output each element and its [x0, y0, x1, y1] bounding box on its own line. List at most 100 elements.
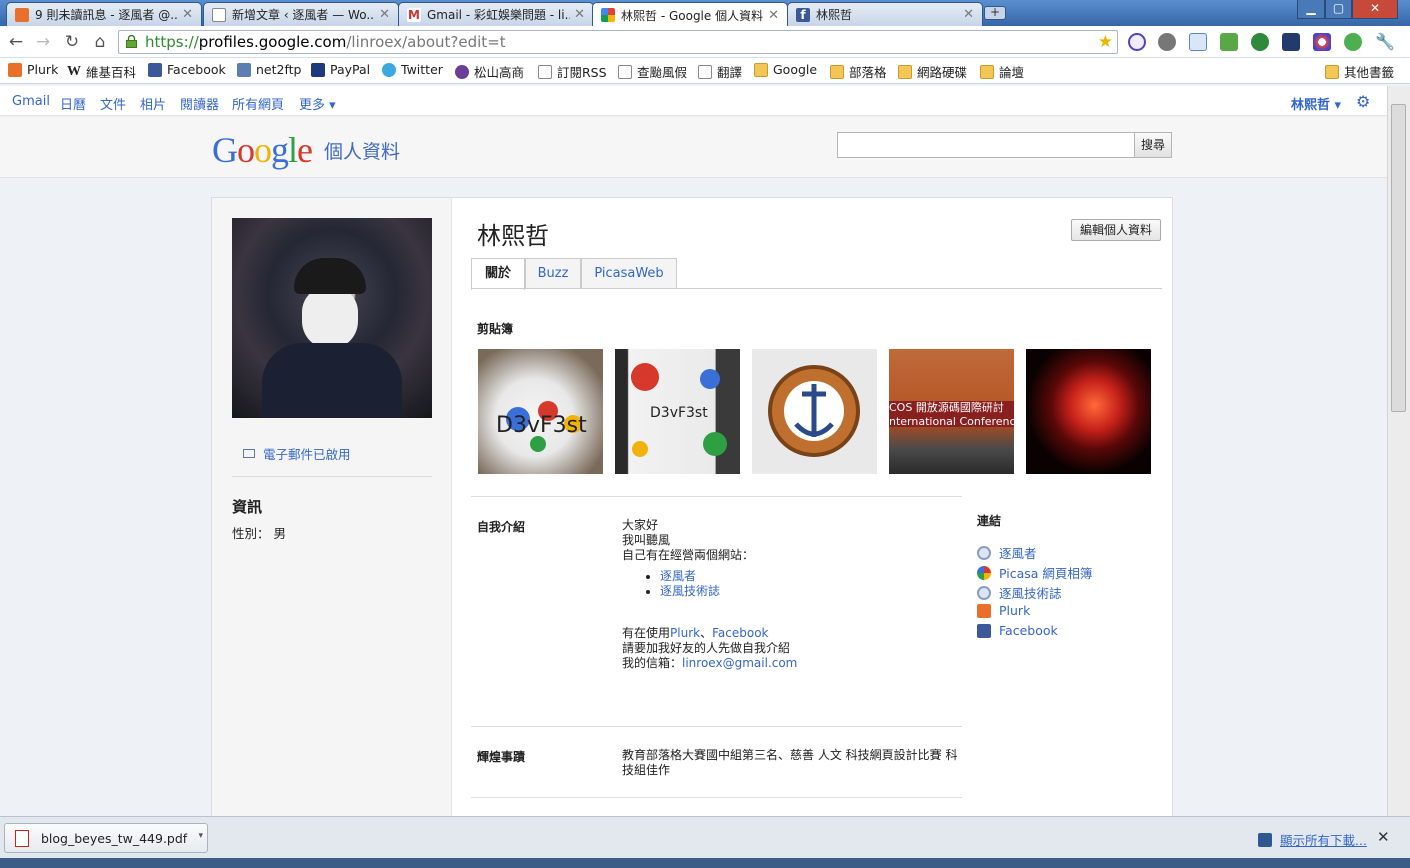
- other-bookmarks[interactable]: 其他書籤: [1325, 62, 1394, 81]
- address-bar[interactable]: https://profiles.google.com/linroex/abou…: [118, 30, 1118, 54]
- scrapbook-photo-devfest-shirt[interactable]: D3vF3st: [478, 349, 603, 474]
- wrench-icon[interactable]: 🔧: [1375, 33, 1395, 51]
- gbar-link-web[interactable]: 所有網頁: [232, 94, 284, 113]
- intro-site-link[interactable]: 逐風者: [660, 569, 696, 583]
- new-tab-button[interactable]: +: [984, 6, 1006, 20]
- tab-picasaweb[interactable]: PicasaWeb: [581, 258, 677, 289]
- using-facebook-link[interactable]: Facebook: [712, 626, 768, 640]
- paypal-icon: [311, 62, 325, 77]
- bookmark-net2ftp[interactable]: net2ftp: [237, 62, 301, 77]
- bookmark-wikipedia[interactable]: W 維基百科: [67, 62, 136, 81]
- back-arrow-icon[interactable]: ←: [6, 32, 26, 52]
- download-item[interactable]: blog_beyes_tw_449.pdf ▾: [4, 823, 208, 853]
- gbar-user-menu[interactable]: 林熙哲 ▾: [1291, 94, 1341, 113]
- bookmark-typhoon[interactable]: 查颱風假: [618, 62, 687, 81]
- bookmark-school[interactable]: 松山高商: [455, 62, 524, 81]
- bookmark-paypal[interactable]: PayPal: [311, 62, 370, 77]
- profile-photo[interactable]: [232, 218, 432, 418]
- forward-arrow-icon[interactable]: →: [33, 32, 53, 52]
- bookmark-translate[interactable]: 翻譯: [698, 62, 742, 81]
- mail-link[interactable]: linroex@gmail.com: [682, 656, 797, 670]
- link-item[interactable]: 逐風技術誌: [977, 583, 1062, 602]
- close-window-button[interactable]: ✕: [1352, 0, 1398, 19]
- link-item[interactable]: 逐風者: [977, 543, 1037, 562]
- gear-extension-icon[interactable]: [1158, 33, 1176, 51]
- email-status-label[interactable]: 電子郵件已啟用: [263, 444, 351, 463]
- face-mask: [302, 288, 358, 348]
- browser-tab-active[interactable]: 林熙哲 - Google 個人資料 ✕: [592, 2, 788, 27]
- folder-icon: [754, 62, 768, 77]
- os-taskbar: [0, 858, 1410, 868]
- scrapbook-photo-anchor-logo[interactable]: [752, 349, 877, 474]
- scrollbar-thumb[interactable]: [1391, 104, 1406, 412]
- bookmark-folder-forum[interactable]: 論壇: [980, 62, 1024, 81]
- link-item[interactable]: Plurk: [977, 603, 1030, 618]
- gbar-link-calendar[interactable]: 日曆: [60, 94, 86, 113]
- edit-profile-button[interactable]: 編輯個人資料: [1071, 219, 1161, 241]
- tab-buzz[interactable]: Buzz: [525, 258, 581, 289]
- tab-title: 林熙哲: [816, 8, 853, 22]
- bookmark-folder-drive[interactable]: 網路硬碟: [898, 62, 967, 81]
- using-line: 有在使用Plurk、Facebook: [622, 626, 962, 641]
- divider: [232, 476, 432, 477]
- tab-about[interactable]: 關於: [471, 258, 525, 290]
- plurk-icon: [977, 603, 991, 618]
- extension-icon[interactable]: [1251, 33, 1269, 51]
- twitter-icon: [382, 62, 396, 77]
- browser-tab[interactable]: 新增文章 ‹ 逐風者 — Wo... ✕: [203, 2, 399, 26]
- svg-text:D3vF3st: D3vF3st: [496, 413, 587, 438]
- gbar-link-docs[interactable]: 文件: [100, 94, 126, 113]
- bookmark-label: 松山高商: [474, 65, 525, 80]
- bookmark-facebook[interactable]: Facebook: [148, 62, 226, 77]
- close-tab-icon[interactable]: ✕: [963, 7, 974, 22]
- ie-tab-icon[interactable]: [1189, 33, 1207, 51]
- extension-icon[interactable]: [1344, 33, 1362, 51]
- scrapbook-photo-fireworks[interactable]: [1026, 349, 1151, 474]
- search-input[interactable]: [837, 132, 1135, 158]
- close-tab-icon[interactable]: ✕: [768, 8, 779, 23]
- bookmark-star-icon[interactable]: ★: [1098, 31, 1113, 53]
- bookmark-label: 查颱風假: [637, 65, 688, 80]
- intro-site-list: 逐風者 逐風技術誌: [660, 569, 962, 599]
- bookmark-plurk[interactable]: Plurk: [8, 62, 58, 77]
- scrapbook-photo-conference[interactable]: COS 開放源碼國際研討nternational Conference on O…: [889, 349, 1014, 474]
- reload-icon[interactable]: ↻: [62, 32, 82, 52]
- gbar-link-more[interactable]: 更多 ▾: [299, 94, 336, 113]
- close-tab-icon[interactable]: ✕: [379, 7, 390, 22]
- browser-tab[interactable]: f 林熙哲 ✕: [787, 2, 983, 26]
- stats-extension-icon[interactable]: [1282, 33, 1300, 51]
- browser-tab[interactable]: 9 則未讀訊息 - 逐風者 @... ✕: [6, 2, 202, 26]
- settings-gear-icon[interactable]: ⚙: [1356, 92, 1370, 111]
- show-all-downloads[interactable]: 顯示所有下載...: [1258, 830, 1367, 849]
- extension-icon[interactable]: [1128, 33, 1146, 51]
- gbar-link-reader[interactable]: 閱讀器: [180, 94, 219, 113]
- extension-icon[interactable]: [1220, 33, 1238, 51]
- close-download-bar-icon[interactable]: ✕: [1377, 828, 1390, 846]
- bookmark-twitter[interactable]: Twitter: [382, 62, 443, 77]
- close-tab-icon[interactable]: ✕: [182, 7, 193, 22]
- bookmark-label: 翻譯: [717, 65, 743, 80]
- bookmark-rss[interactable]: 訂閱RSS: [538, 62, 607, 81]
- search-button[interactable]: 搜尋: [1134, 132, 1172, 158]
- seo-extension-icon[interactable]: [1313, 33, 1331, 51]
- bookmark-folder-blog[interactable]: 部落格: [830, 62, 887, 81]
- home-icon[interactable]: ⌂: [90, 32, 110, 52]
- google-logo[interactable]: Google: [212, 129, 313, 171]
- intro-site-link[interactable]: 逐風技術誌: [660, 584, 720, 598]
- maximize-button[interactable]: ▢: [1325, 0, 1352, 19]
- gbar-link-gmail[interactable]: Gmail: [12, 94, 50, 109]
- bookmark-folder-google[interactable]: Google: [754, 62, 817, 77]
- achievements-heading: 輝煌事蹟: [477, 750, 526, 764]
- vertical-scrollbar[interactable]: [1387, 86, 1410, 816]
- show-all-downloads-link[interactable]: 顯示所有下載...: [1280, 830, 1367, 849]
- minimize-button[interactable]: ▁: [1297, 0, 1325, 19]
- gbar-link-photos[interactable]: 相片: [140, 94, 166, 113]
- using-plurk-link[interactable]: Plurk: [670, 626, 700, 640]
- scrapbook-photo-devfest-banner[interactable]: D3vF3st: [615, 349, 740, 474]
- link-label: 逐風者: [999, 546, 1037, 561]
- chevron-down-icon[interactable]: ▾: [198, 831, 203, 841]
- browser-tab[interactable]: M Gmail - 彩虹娛樂問題 - li... ✕: [398, 2, 594, 26]
- link-item[interactable]: Picasa 網頁相簿: [977, 563, 1092, 582]
- close-tab-icon[interactable]: ✕: [574, 7, 585, 22]
- link-item[interactable]: Facebook: [977, 623, 1058, 638]
